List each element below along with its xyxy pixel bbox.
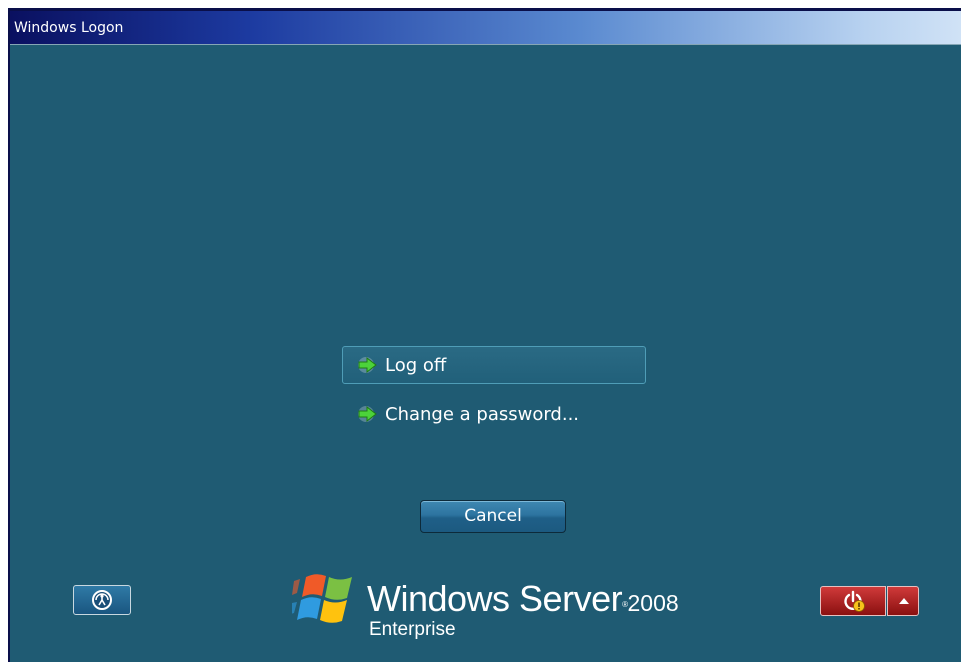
change-password-label: Change a password... [385, 404, 580, 425]
windows-server-branding: Windows Server®2008 Enterprise [292, 565, 712, 645]
title-bar-divider [10, 44, 961, 45]
log-off-option[interactable]: Log off [342, 346, 646, 384]
title-bar: Windows Logon [10, 8, 961, 45]
shutdown-button[interactable] [820, 586, 886, 616]
green-arrow-icon [358, 405, 377, 422]
green-arrow-icon [358, 356, 377, 373]
logon-options-list: Log off Change a password... [342, 346, 646, 433]
product-name: Windows Server®2008 [367, 579, 679, 623]
windows-flag-logo-icon [292, 574, 352, 623]
log-off-label: Log off [385, 355, 447, 376]
shutdown-button-group [820, 586, 919, 616]
ease-of-access-button[interactable] [73, 585, 131, 615]
ease-of-access-icon [92, 590, 112, 610]
product-edition: Enterprise [369, 619, 456, 640]
registered-mark: ® [622, 600, 628, 609]
windows-logon-window: Windows Logon Log off Change a password.… [8, 8, 961, 662]
caret-up-icon [899, 598, 909, 604]
product-version: 2008 [627, 590, 679, 616]
shutdown-options-button[interactable] [887, 586, 919, 616]
shutdown-warning-icon [844, 590, 865, 612]
change-password-option[interactable]: Change a password... [342, 395, 646, 433]
product-title: Windows Server [367, 578, 623, 619]
window-title: Windows Logon [14, 20, 124, 36]
cancel-button[interactable]: Cancel [420, 500, 566, 533]
